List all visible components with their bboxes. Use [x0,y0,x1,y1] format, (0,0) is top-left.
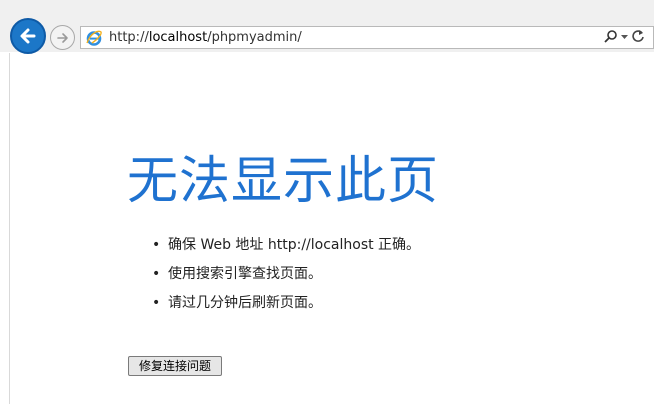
address-bar[interactable]: http://localhost/phpmyadmin/ [80,26,654,49]
browser-toolbar: http://localhost/phpmyadmin/ [0,0,654,54]
url-prefix: http:// [109,30,149,45]
ie-logo-icon [86,30,102,46]
address-url[interactable]: http://localhost/phpmyadmin/ [109,30,302,45]
url-host: localhost [148,30,208,45]
forward-arrow-icon [56,32,68,43]
page-content [9,53,654,404]
fix-connection-button[interactable]: 修复连接问题 [128,356,222,376]
search-icon[interactable] [603,29,618,44]
page-title: 无法显示此页 [127,152,440,211]
suggestion-list: • 确保 Web 地址 http://localhost 正确。 • 使用搜索引擎查… [152,234,420,321]
refresh-icon[interactable] [631,29,645,44]
url-path: /phpmyadmin/ [207,30,302,45]
list-item: • 请过几分钟后刷新页面。 [152,292,420,321]
suggestion-text: 使用搜索引擎查找页面。 [168,266,322,282]
forward-button[interactable] [50,25,75,50]
list-item: • 使用搜索引擎查找页面。 [152,263,420,292]
address-actions [603,29,645,44]
list-item: • 确保 Web 地址 http://localhost 正确。 [152,234,420,263]
chevron-down-icon[interactable] [620,29,629,44]
back-arrow-icon [20,28,36,44]
back-button[interactable] [10,18,46,54]
suggestion-text: 请过几分钟后刷新页面。 [168,295,322,311]
suggestion-text: 确保 Web 地址 http://localhost 正确。 [168,237,421,253]
